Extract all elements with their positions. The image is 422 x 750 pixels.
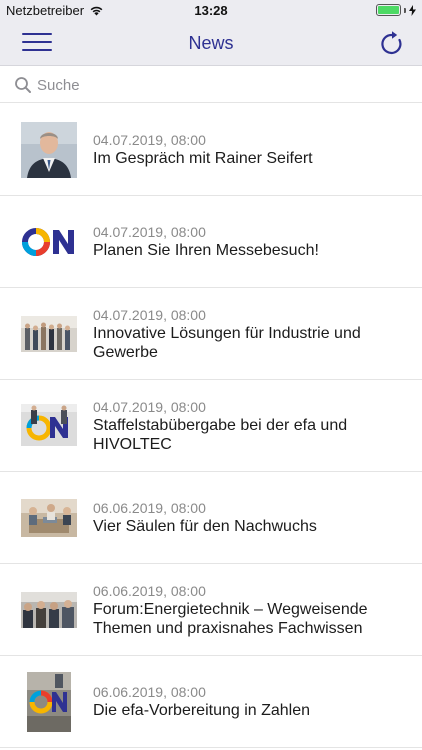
news-item[interactable]: 04.07.2019, 08:00 Planen Sie Ihren Messe… bbox=[0, 196, 422, 288]
news-item[interactable]: 04.07.2019, 08:00 Staffelstabübergabe be… bbox=[0, 380, 422, 472]
audience-photo-thumbnail bbox=[21, 592, 77, 628]
page-title: News bbox=[188, 33, 234, 53]
carrier-group: Netzbetreiber bbox=[6, 3, 104, 18]
news-date: 06.06.2019, 08:00 bbox=[93, 500, 206, 516]
news-title: Im Gespräch mit Rainer Seifert bbox=[93, 150, 313, 167]
news-item[interactable]: 04.07.2019, 08:00 Innovative Lösungen fü… bbox=[0, 288, 422, 380]
news-title: Vier Säulen für den Nachwuchs bbox=[93, 518, 317, 535]
news-title: Forum:Energietechnik – Wegweisende Theme… bbox=[93, 601, 368, 637]
wifi-icon bbox=[90, 6, 103, 16]
news-item[interactable]: 06.06.2019, 08:00 Forum:Energietechnik –… bbox=[0, 564, 422, 656]
status-bar: Netzbetreiber 13:28 bbox=[0, 0, 422, 22]
menu-button[interactable] bbox=[22, 33, 52, 55]
news-title: Planen Sie Ihren Messebesuch! bbox=[93, 242, 319, 259]
news-date: 04.07.2019, 08:00 bbox=[93, 224, 206, 240]
search-bar bbox=[0, 67, 422, 103]
news-item[interactable]: 06.06.2019, 08:00 Vier Säulen für den Na… bbox=[0, 472, 422, 564]
news-date: 04.07.2019, 08:00 bbox=[93, 307, 206, 323]
nav-bar: News bbox=[0, 22, 422, 66]
news-item[interactable]: 04.07.2019, 08:00 Im Gespräch mit Rainer… bbox=[0, 104, 422, 196]
on-logo-thumbnail bbox=[21, 224, 77, 260]
workshop-photo-thumbnail bbox=[21, 499, 77, 537]
news-date: 06.06.2019, 08:00 bbox=[93, 583, 206, 599]
refresh-icon bbox=[381, 31, 402, 55]
battery-icon bbox=[376, 4, 401, 16]
news-title: Innovative Lösungen für Industrie und Ge… bbox=[93, 325, 361, 361]
handover-photo-thumbnail bbox=[21, 404, 77, 446]
search-input[interactable] bbox=[37, 72, 407, 98]
news-title: Die efa-Vorbereitung in Zahlen bbox=[93, 702, 311, 719]
news-date: 04.07.2019, 08:00 bbox=[93, 132, 206, 148]
search-icon bbox=[15, 77, 31, 93]
news-item[interactable]: 06.06.2019, 08:00 Die efa-Vorbereitung i… bbox=[0, 656, 422, 748]
on-logo-photo-thumbnail bbox=[27, 672, 71, 732]
news-list: 04.07.2019, 08:00 Im Gespräch mit Rainer… bbox=[0, 104, 422, 748]
portrait-photo-thumbnail bbox=[21, 122, 77, 178]
news-date: 06.06.2019, 08:00 bbox=[93, 684, 206, 700]
charging-bolt-icon bbox=[409, 4, 416, 16]
news-title: Staffelstabübergabe bei der efa und HIVO… bbox=[93, 417, 348, 453]
exhibition-crowd-photo-thumbnail bbox=[21, 316, 77, 352]
battery-group bbox=[376, 4, 416, 16]
refresh-button[interactable] bbox=[378, 30, 406, 58]
carrier-name: Netzbetreiber bbox=[6, 3, 85, 18]
news-date: 04.07.2019, 08:00 bbox=[93, 399, 206, 415]
hamburger-icon bbox=[22, 33, 52, 51]
